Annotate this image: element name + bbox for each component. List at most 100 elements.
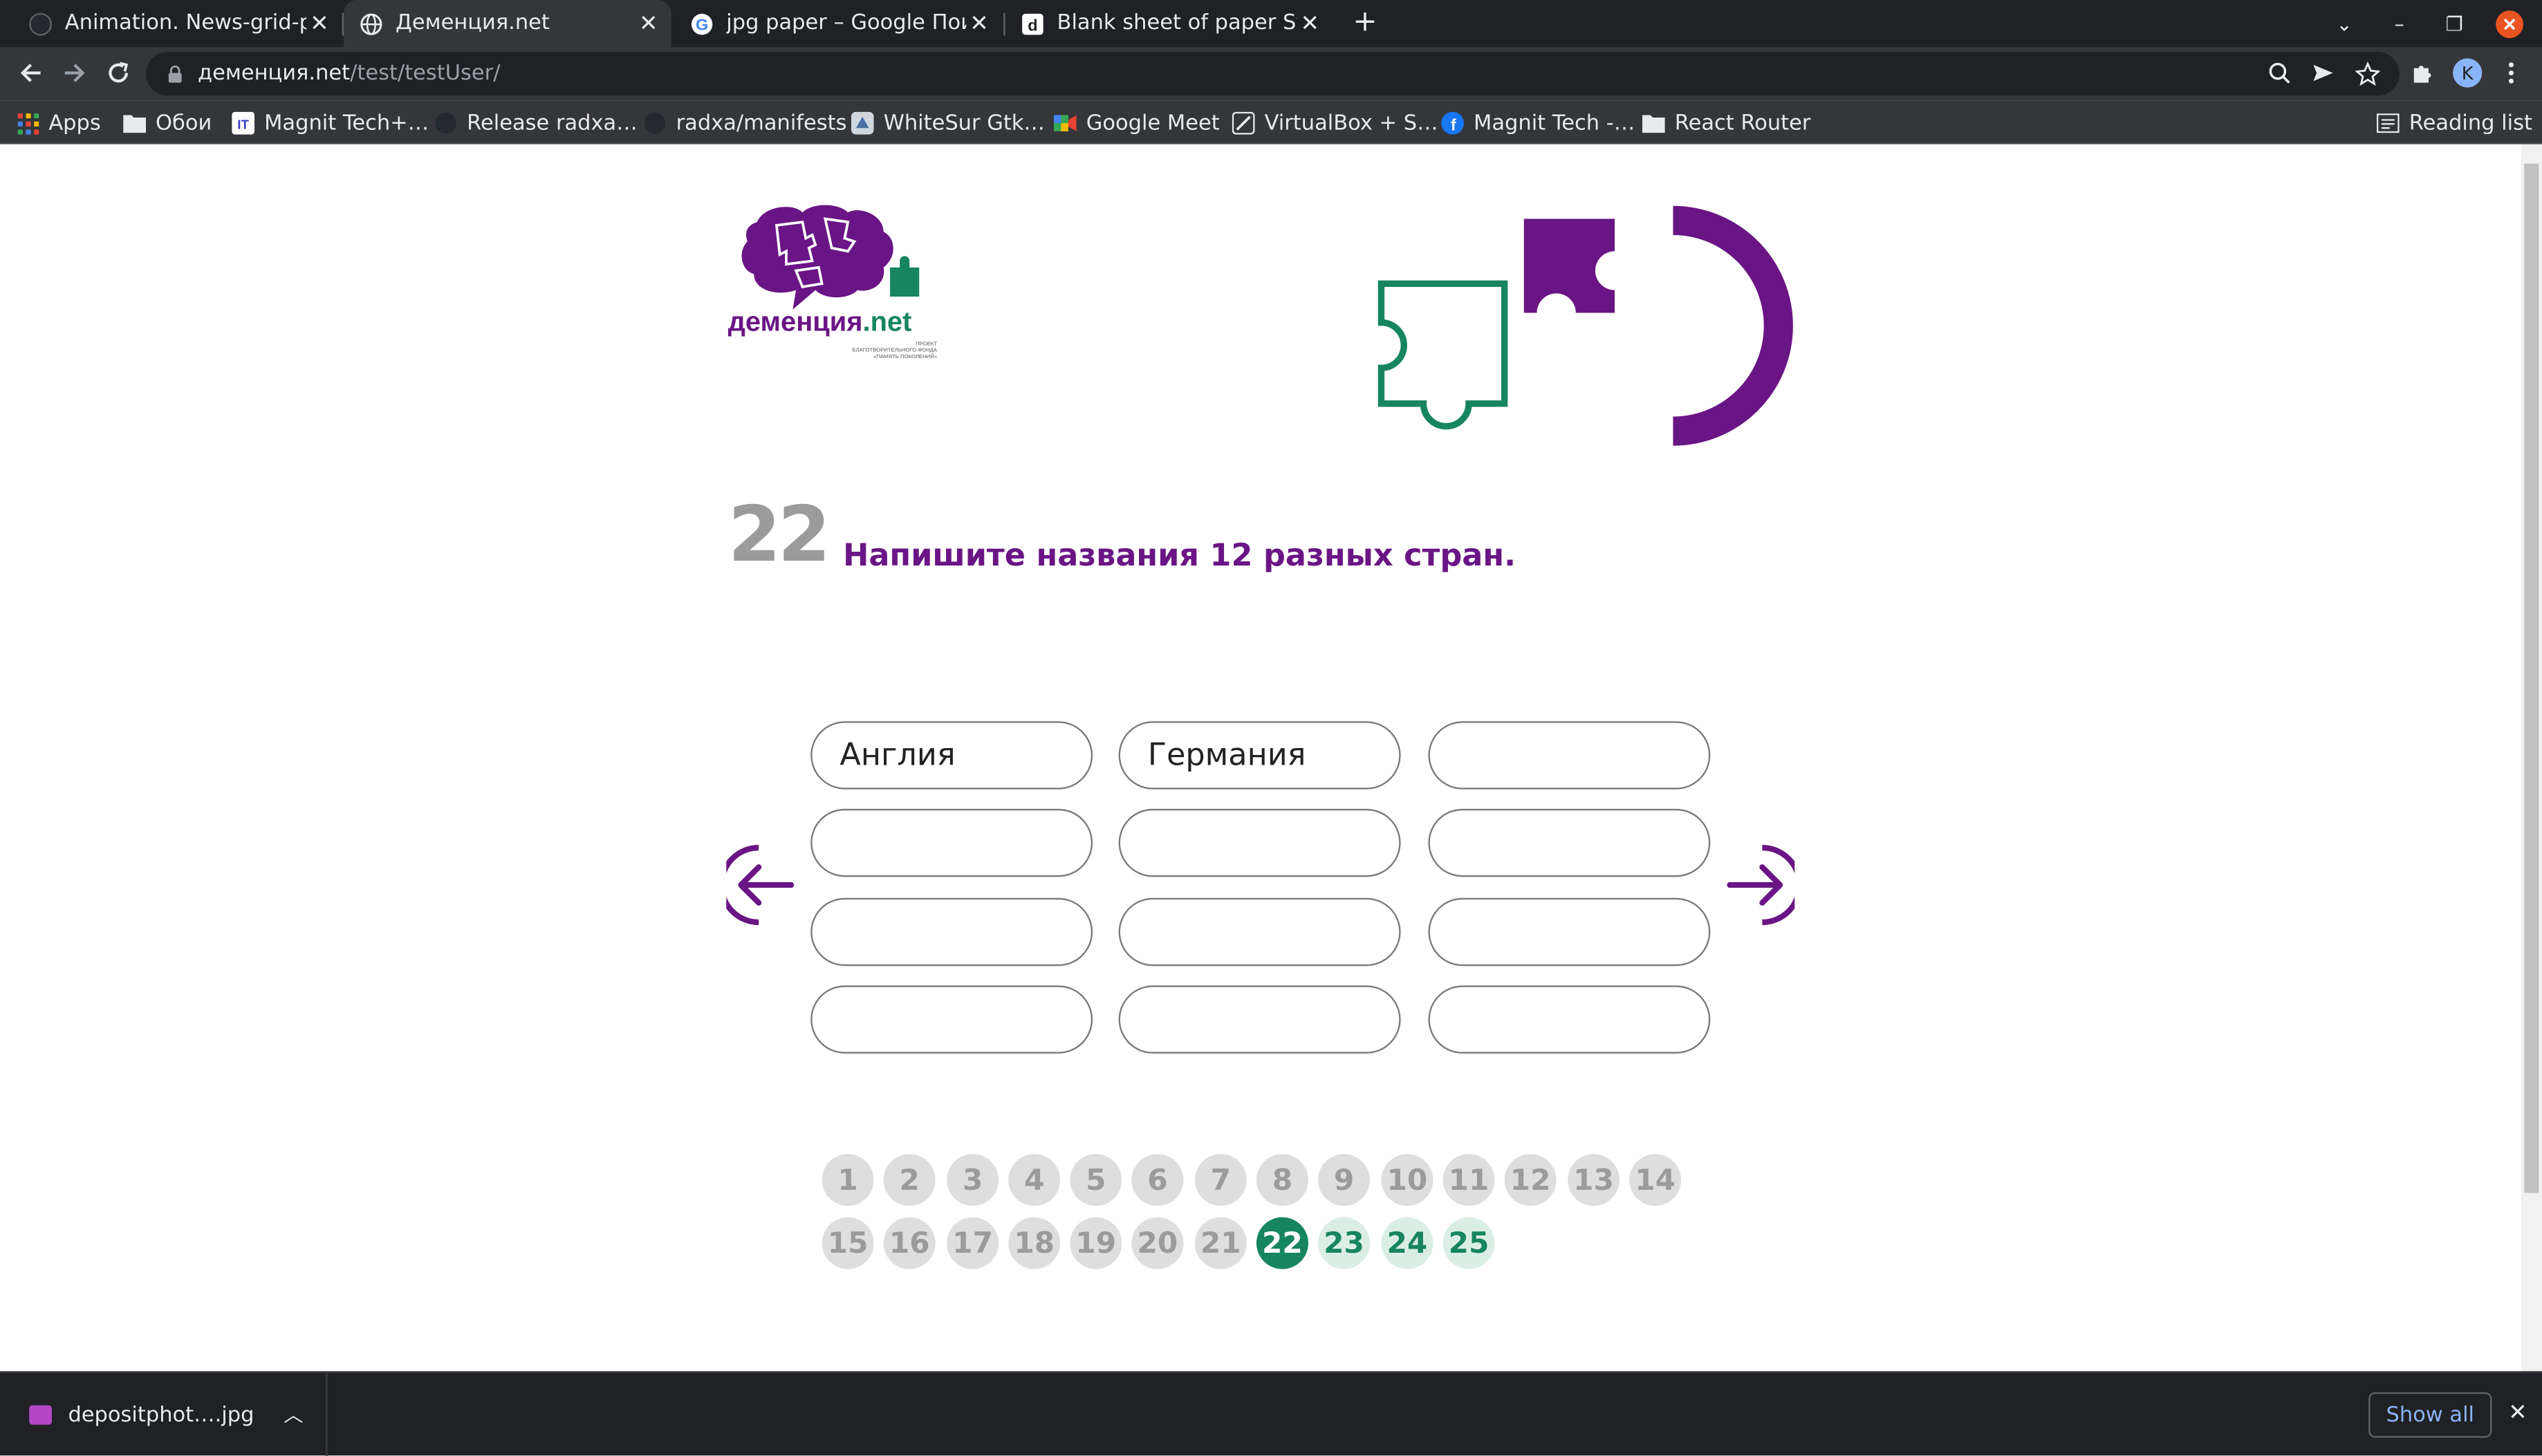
scrollbar-thumb[interactable]	[2524, 163, 2539, 1193]
bookmark-oboi[interactable]: Обои	[123, 107, 212, 140]
next-question-button[interactable]	[1727, 844, 1803, 926]
bookmark-google-meet[interactable]: Google Meet	[1053, 107, 1220, 140]
tab-close-icon[interactable]: ✕	[1297, 10, 1324, 37]
page-content: деменция.net ПРОЕКТ БЛАГОТВОРИТЕЛЬНОГО Ф…	[0, 144, 2521, 1372]
tab-depositphotos[interactable]: d Blank sheet of paper Stoc ✕	[1005, 0, 1333, 47]
answer-input-2[interactable]	[1118, 721, 1401, 790]
pager-item[interactable]: 17	[947, 1217, 999, 1269]
answer-input-5[interactable]	[1118, 808, 1401, 877]
pager-item[interactable]: 12	[1504, 1154, 1557, 1206]
bookmark-whitesur[interactable]: WhiteSur Gtk…	[851, 107, 1045, 140]
pager-item[interactable]: 18	[1008, 1217, 1061, 1269]
back-arrow-icon[interactable]	[13, 55, 49, 91]
svg-text:d: d	[1028, 15, 1037, 33]
tab-strip: Animation. News-grid-pag ✕ Деменция.net …	[0, 0, 2542, 47]
answer-input-7[interactable]	[810, 897, 1093, 967]
bookmark-virtualbox[interactable]: VirtualBox + S…	[1232, 107, 1438, 140]
pager-item[interactable]: 1	[822, 1154, 874, 1206]
send-icon[interactable]	[2307, 57, 2339, 89]
tab-dementia[interactable]: Деменция.net ✕	[344, 0, 671, 47]
tab-close-icon[interactable]: ✕	[636, 10, 662, 37]
pager-item[interactable]: 25	[1442, 1217, 1495, 1269]
show-all-downloads-button[interactable]: Show all	[2368, 1392, 2492, 1438]
google-meet-icon	[1053, 112, 1077, 135]
url-path: /test/testUser/	[350, 62, 501, 86]
zoom-icon[interactable]	[2263, 57, 2296, 89]
tab-google-search[interactable]: G jpg paper – Google Поиск ✕	[674, 0, 1002, 47]
google-icon: G	[691, 12, 714, 35]
pager-item[interactable]: 10	[1381, 1154, 1434, 1206]
pager-item[interactable]: 23	[1317, 1217, 1371, 1269]
restore-icon[interactable]: ❐	[2438, 0, 2471, 47]
folder-icon	[1642, 112, 1665, 135]
bookmark-magnit-tech-fb[interactable]: f Magnit Tech -…	[1441, 107, 1635, 140]
pager-item[interactable]: 7	[1194, 1154, 1247, 1206]
pager-item[interactable]: 2	[883, 1154, 936, 1206]
bookmark-apps[interactable]: Apps	[16, 107, 101, 140]
page-scrollbar[interactable]	[2521, 144, 2542, 1372]
address-bar[interactable]: деменция.net/test/testUser/	[145, 52, 2400, 96]
pager-item[interactable]: 14	[1629, 1154, 1682, 1206]
pager-item[interactable]: 16	[883, 1217, 936, 1269]
answer-input-3[interactable]	[1428, 721, 1711, 790]
pager-item[interactable]: 6	[1131, 1154, 1184, 1206]
answer-input-11[interactable]	[1118, 985, 1401, 1054]
bookmark-star-icon[interactable]	[2350, 57, 2383, 89]
forward-arrow-icon[interactable]	[57, 55, 93, 91]
bookmark-radxa-manifests[interactable]: radxa/manifests	[644, 107, 847, 140]
download-item[interactable]: depositphot….jpg ︿	[0, 1372, 328, 1456]
github-icon	[29, 12, 53, 35]
decorative-puzzle-graphic	[1371, 203, 1799, 454]
depositphotos-icon: d	[1021, 12, 1044, 35]
pager-item[interactable]: 20	[1131, 1217, 1184, 1269]
close-icon[interactable]: ✕	[2503, 1399, 2532, 1428]
answer-input-9[interactable]	[1428, 897, 1711, 967]
pager-item[interactable]: 5	[1070, 1154, 1122, 1206]
pager-item[interactable]: 21	[1194, 1217, 1247, 1269]
pager-item-current[interactable]: 22	[1256, 1217, 1308, 1269]
avatar[interactable]: K	[2453, 58, 2483, 88]
it-icon: IT	[232, 111, 255, 135]
pager-item[interactable]: 13	[1568, 1154, 1620, 1206]
bookmark-magnit-tech-plus[interactable]: IT Magnit Tech+…	[232, 107, 429, 140]
bookmark-release-radxa[interactable]: Release radxa…	[434, 107, 638, 140]
pager-item[interactable]: 24	[1381, 1217, 1434, 1269]
bookmark-react-router[interactable]: React Router	[1642, 107, 1810, 140]
answer-input-12[interactable]	[1428, 985, 1711, 1054]
tab-close-icon[interactable]: ✕	[966, 10, 992, 37]
virtualbox-icon	[1232, 111, 1255, 135]
answer-input-6[interactable]	[1428, 808, 1711, 877]
answer-input-10[interactable]	[810, 985, 1093, 1054]
download-shelf: depositphot….jpg ︿ Show all ✕	[0, 1371, 2542, 1456]
answer-input-8[interactable]	[1118, 897, 1401, 967]
reload-icon[interactable]	[100, 55, 136, 91]
svg-text:«ПАМЯТЬ ПОКОЛЕНИЙ»: «ПАМЯТЬ ПОКОЛЕНИЙ»	[873, 353, 937, 360]
pager-item[interactable]: 4	[1008, 1154, 1061, 1206]
globe-icon	[360, 12, 382, 35]
brain-puzzle-icon: деменция.net ПРОЕКТ БЛАГОТВОРИТЕЛЬНОГО Ф…	[728, 205, 938, 360]
extensions-icon[interactable]	[2406, 57, 2438, 89]
tab-animation[interactable]: Animation. News-grid-pag ✕	[13, 0, 342, 47]
pager-item[interactable]: 3	[947, 1154, 999, 1206]
new-tab-button[interactable]: +	[1349, 6, 1382, 39]
menu-kebab-icon[interactable]	[2495, 57, 2527, 89]
arrow-left-circle-icon	[718, 845, 795, 926]
browser-toolbar: деменция.net/test/testUser/ K	[0, 46, 2542, 101]
pager-item[interactable]: 8	[1256, 1154, 1308, 1206]
answer-input-1[interactable]	[810, 721, 1093, 790]
tab-search-icon[interactable]: ⌄	[2328, 0, 2361, 47]
pager-item[interactable]: 11	[1442, 1154, 1495, 1206]
svg-text:f: f	[1451, 116, 1456, 134]
answer-input-4[interactable]	[810, 808, 1093, 877]
svg-text:G: G	[696, 15, 708, 32]
tab-close-icon[interactable]: ✕	[306, 10, 333, 37]
prev-question-button[interactable]	[718, 844, 795, 926]
minimize-icon[interactable]: –	[2383, 0, 2415, 47]
pager-item[interactable]: 15	[822, 1217, 874, 1269]
chevron-up-icon[interactable]: ︿	[284, 1401, 303, 1428]
pager-item[interactable]: 19	[1070, 1217, 1122, 1269]
pager-item[interactable]: 9	[1317, 1154, 1371, 1206]
close-window-icon[interactable]	[2494, 0, 2526, 47]
site-logo[interactable]: деменция.net ПРОЕКТ БЛАГОТВОРИТЕЛЬНОГО Ф…	[728, 203, 942, 373]
reading-list-button[interactable]: Reading list	[2376, 107, 2532, 140]
